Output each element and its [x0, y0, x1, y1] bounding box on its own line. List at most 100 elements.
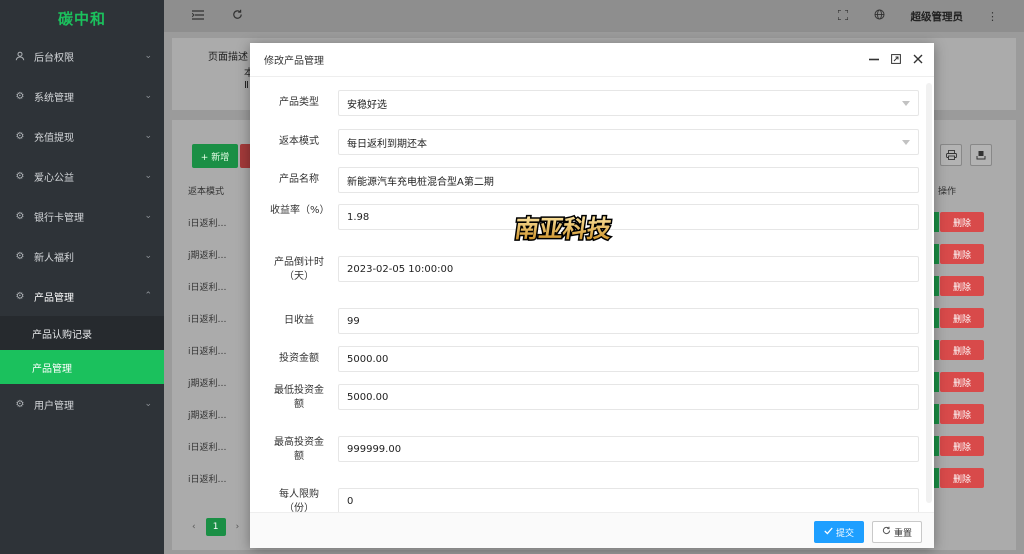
pagination: ‹ 1 ›	[192, 518, 239, 536]
sidebar-item-charity[interactable]: ⚙ 爱心公益 ⌄	[0, 156, 164, 196]
edit-button[interactable]	[934, 340, 939, 360]
modal-scrollbar[interactable]	[926, 83, 932, 503]
field-label: 返本模式	[279, 136, 319, 147]
edit-product-modal: 修改产品管理 产品类型 安稳好选 返本模式 每日返利到期还本 产品名称 新能源汽…	[250, 43, 934, 548]
field-label: 最低投资金额	[274, 385, 324, 410]
svg-text:南亚科技: 南亚科技	[514, 214, 614, 243]
column-header-mode: 返本模式	[188, 187, 225, 197]
sidebar-item-admin-permissions[interactable]: 后台权限 ⌄	[0, 36, 164, 76]
reset-icon	[882, 526, 891, 538]
sidebar-item-bank-card[interactable]: ⚙ 银行卡管理 ⌄	[0, 196, 164, 236]
fullscreen-icon[interactable]	[836, 8, 849, 23]
delete-button[interactable]: 删除	[940, 244, 984, 264]
more-vertical-icon[interactable]: ⋮	[987, 10, 998, 23]
chevron-down-icon: ⌄	[144, 211, 152, 221]
maximize-icon[interactable]	[890, 53, 902, 67]
minimize-icon[interactable]	[868, 53, 880, 67]
delete-button[interactable]: 删除	[940, 308, 984, 328]
desc-label: 页面描述	[208, 52, 248, 63]
field-label: 最高投资金额	[274, 437, 324, 462]
delete-button[interactable]: 删除	[940, 404, 984, 424]
field-label: 投资金额	[279, 353, 319, 364]
topbar: 超级管理员 ⋮	[164, 0, 1024, 32]
export-icon[interactable]	[970, 144, 992, 166]
modal-title: 修改产品管理	[264, 56, 324, 67]
edit-button[interactable]	[934, 404, 939, 424]
sidebar-item-system[interactable]: ⚙ 系统管理 ⌄	[0, 76, 164, 116]
edit-button[interactable]	[934, 468, 939, 488]
chevron-down-icon: ⌄	[144, 399, 152, 409]
min-investment-input[interactable]: 5000.00	[338, 384, 919, 410]
table-row: i日返利…	[188, 347, 227, 357]
sidebar-item-label: 产品管理	[34, 292, 74, 304]
field-label: 每人限购（份）	[279, 489, 319, 512]
menu-toggle-icon[interactable]	[191, 9, 204, 23]
edit-button[interactable]	[934, 308, 939, 328]
gear-icon: ⚙	[15, 290, 25, 302]
sidebar-item-label: 充值提现	[34, 132, 74, 144]
gear-icon: ⚙	[15, 250, 25, 262]
field-label: 产品类型	[279, 97, 319, 108]
delete-button[interactable]: 删除	[940, 212, 984, 232]
sidebar-item-label: 新人福利	[34, 252, 74, 264]
sidebar-item-label: 系统管理	[34, 92, 74, 104]
gear-icon: ⚙	[15, 90, 25, 102]
brand-logo[interactable]: 碳中和	[0, 0, 164, 36]
batch-delete-button[interactable]	[240, 144, 250, 168]
max-investment-input[interactable]: 999999.00	[338, 436, 919, 462]
caret-down-icon	[902, 101, 910, 106]
return-mode-select[interactable]: 每日返利到期还本	[338, 129, 919, 155]
submit-button[interactable]: 提交	[814, 521, 864, 543]
sidebar-item-recharge[interactable]: ⚙ 充值提现 ⌄	[0, 116, 164, 156]
reset-button[interactable]: 重置	[872, 521, 922, 543]
countdown-input[interactable]: 2023-02-05 10:00:00	[338, 256, 919, 282]
chevron-down-icon: ⌄	[144, 131, 152, 141]
delete-button[interactable]: 删除	[940, 276, 984, 296]
edit-button[interactable]	[934, 436, 939, 456]
close-icon[interactable]	[912, 53, 924, 67]
edit-button[interactable]	[934, 244, 939, 264]
admin-username[interactable]: 超级管理员	[911, 9, 964, 24]
modal-footer: 提交 重置	[250, 512, 934, 548]
edit-button[interactable]	[934, 212, 939, 232]
modal-form: 产品类型 安稳好选 返本模式 每日返利到期还本 产品名称 新能源汽车充电桩混合型…	[250, 78, 934, 512]
column-header-actions: 操作	[938, 187, 957, 197]
add-button[interactable]: + 新增	[192, 144, 238, 168]
table-row: j期返利…	[188, 379, 227, 389]
page-button[interactable]: 1	[205, 518, 226, 536]
sidebar-item-users[interactable]: ⚙ 用户管理 ⌄	[0, 384, 164, 424]
sidebar-submenu: 产品认购记录 产品管理	[0, 316, 164, 384]
chevron-down-icon: ⌄	[144, 251, 152, 261]
refresh-icon[interactable]	[232, 9, 243, 23]
delete-button[interactable]: 删除	[940, 340, 984, 360]
chevron-down-icon: ⌄	[144, 91, 152, 101]
table-row: j期返利…	[188, 251, 227, 261]
field-label: 日收益	[284, 315, 314, 326]
edit-button[interactable]	[934, 372, 939, 392]
delete-button[interactable]: 删除	[940, 436, 984, 456]
sidebar-item-newcomer[interactable]: ⚙ 新人福利 ⌄	[0, 236, 164, 276]
daily-income-input[interactable]: 99	[338, 308, 919, 334]
edit-button[interactable]	[934, 276, 939, 296]
field-label: 产品倒计时（天）	[274, 257, 324, 282]
prev-page-icon[interactable]: ‹	[192, 522, 196, 532]
next-page-icon[interactable]: ›	[236, 522, 240, 532]
field-label: 产品名称	[279, 174, 319, 185]
sidebar-subitem-product-management[interactable]: 产品管理	[0, 350, 164, 384]
delete-button[interactable]: 删除	[940, 372, 984, 392]
sidebar-item-label: 用户管理	[34, 400, 74, 412]
investment-amount-input[interactable]: 5000.00	[338, 346, 919, 372]
print-icon[interactable]	[940, 144, 962, 166]
globe-icon[interactable]	[874, 9, 885, 23]
product-type-select[interactable]: 安稳好选	[338, 90, 919, 116]
sidebar-subitem-subscriptions[interactable]: 产品认购记录	[0, 316, 164, 350]
yield-rate-input[interactable]: 1.98	[338, 204, 919, 230]
gear-icon: ⚙	[15, 398, 25, 410]
gear-icon: ⚙	[15, 170, 25, 182]
purchase-limit-input[interactable]: 0	[338, 488, 919, 512]
sidebar-item-product[interactable]: ⚙ 产品管理 ⌃	[0, 276, 164, 316]
sidebar: 碳中和 后台权限 ⌄ ⚙ 系统管理 ⌄ ⚙ 充值提现 ⌄ ⚙ 爱心公益 ⌄ ⚙ …	[0, 0, 164, 554]
sidebar-item-label: 后台权限	[34, 52, 74, 64]
delete-button[interactable]: 删除	[940, 468, 984, 488]
product-name-input[interactable]: 新能源汽车充电桩混合型A第二期	[338, 167, 919, 193]
